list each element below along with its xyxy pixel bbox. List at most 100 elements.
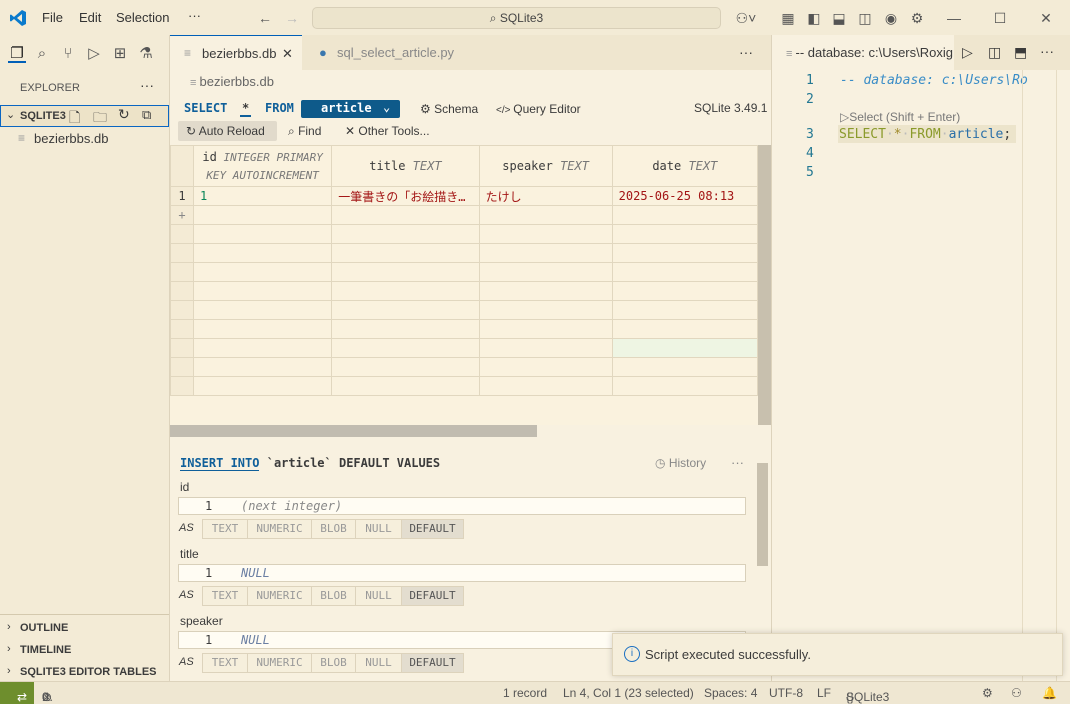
timeline-section[interactable]: › TIMELINE [0,641,169,663]
type-text-chip[interactable]: TEXT [202,586,248,606]
notifications-bell-icon[interactable]: 🔔 [1042,686,1057,700]
chevron-down-icon: ⌄ [6,109,16,121]
extension-icon[interactable]: ⚙ [982,686,993,700]
toggle-primary-sidebar-icon[interactable]: ◧ [806,10,822,26]
type-numeric-chip[interactable]: NUMERIC [247,519,312,539]
history-button[interactable]: ◷ History [655,456,720,472]
testing-icon[interactable]: ⚗ [137,45,155,63]
insert-more-icon[interactable]: ··· [731,455,744,470]
table-row[interactable]: 1 1 一筆書きの「お絵描き… たけし 2025-06-25 08:13 [170,186,758,206]
run-debug-icon[interactable]: ▷ [85,45,103,63]
type-text-chip[interactable]: TEXT [202,653,248,673]
cell-date[interactable]: 2025-06-25 08:13 [611,186,758,206]
menu-more[interactable]: ··· [188,8,201,23]
copilot-icon[interactable]: ⚇ [1011,686,1022,700]
grid-vertical-scrollbar[interactable] [758,145,771,425]
title-input[interactable]: 1 NULL [178,564,746,582]
from-keyword: FROM [265,101,294,115]
open-preview-icon[interactable]: ◫ [988,44,1001,61]
column-header-date[interactable]: date TEXT [611,145,758,187]
tab-sql-select-article[interactable]: ● sql_select_article.py [303,35,475,70]
outline-section[interactable]: › OUTLINE [0,619,169,641]
explorer-icon[interactable]: ❐ [8,45,26,63]
toggle-secondary-sidebar-icon[interactable]: ◫ [857,10,873,26]
type-blob-chip[interactable]: BLOB [311,586,356,606]
tab-label: bezierbbs.db [202,46,277,61]
type-numeric-chip[interactable]: NUMERIC [247,586,312,606]
insert-scrollbar[interactable] [757,463,768,566]
extensions-icon[interactable]: ⊞ [111,45,129,63]
column-header-id[interactable]: id INTEGER PRIMARY KEY AUTOINCREMENT [192,145,333,187]
notification-toast[interactable]: i Script executed successfully. [612,633,1063,676]
toggle-panel-icon[interactable]: ⬓ [831,10,847,26]
editor2-more-icon[interactable]: ··· [1040,43,1054,59]
refresh-icon[interactable]: ↻ [118,106,130,123]
type-default-chip[interactable]: DEFAULT [401,586,464,606]
maximize-icon[interactable]: ☐ [992,10,1008,26]
file-item-bezierbbs[interactable]: ≡ bezierbbs.db [0,128,169,150]
cursor-position[interactable]: Ln 4, Col 1 (23 selected) [563,686,694,700]
codelens-select[interactable]: ▷Select (Shift + Enter) [840,110,960,124]
column-type-2: KEY AUTOINCREMENT [206,168,319,182]
sidebar-more-icon[interactable]: ··· [140,77,154,93]
tab-query[interactable]: ≡ -- database: c:\Users\Roxig [772,35,954,70]
command-center-search[interactable]: ⌕ SQLite3 [312,7,721,29]
other-tools-button[interactable]: ✕ Other Tools... [345,124,435,140]
menu-selection[interactable]: Selection [116,10,169,25]
cell-title[interactable]: 一筆書きの「お絵描き… [331,186,480,206]
copilot-icon[interactable]: ⚇˅ [733,10,759,26]
collapse-all-icon[interactable]: ⧉ [142,107,151,123]
menu-file[interactable]: File [42,10,63,25]
minimize-icon[interactable]: — [946,10,962,26]
search-icon: ⌕ [489,11,500,25]
account-icon[interactable]: ◉ [883,10,899,26]
add-row[interactable]: + [170,205,758,225]
close-tab-icon[interactable]: ✕ [282,36,293,71]
type-null-chip[interactable]: NULL [355,653,402,673]
grid-horizontal-scrollbar[interactable] [170,425,537,437]
type-null-chip[interactable]: NULL [355,519,402,539]
type-default-chip[interactable]: DEFAULT [401,653,464,673]
type-null-chip[interactable]: NULL [355,586,402,606]
tab-label: -- database: c:\Users\Roxig [795,45,953,60]
sqlite3-section-header[interactable]: ⌄ SQLITE3 🗋 🗀 ↻ ⧉ [0,105,169,127]
remote-button[interactable]: ⇄ [0,682,34,704]
type-blob-chip[interactable]: BLOB [311,653,356,673]
run-icon[interactable]: ▷ [962,44,973,61]
cell-speaker[interactable]: たけし [478,186,613,206]
status-bar: ⇄ ⊗ 0 ⚠ 0 1 record Ln 4, Col 1 (23 selec… [0,681,1070,704]
encoding[interactable]: UTF-8 [769,686,803,700]
type-default-chip[interactable]: DEFAULT [401,519,464,539]
add-row-button[interactable]: + [170,205,194,225]
sql-keyword: SELECT [839,127,886,142]
indentation[interactable]: Spaces: 4 [704,686,757,700]
search-icon[interactable]: ⌕ [33,45,51,63]
id-input[interactable]: 1 (next integer) [178,497,746,515]
query-editor-button[interactable]: </> Query Editor [496,102,586,118]
type-numeric-chip[interactable]: NUMERIC [247,653,312,673]
gear-icon[interactable]: ⚙ [909,10,925,26]
column-header-speaker[interactable]: speaker TEXT [478,145,613,187]
tab-bezierbbs[interactable]: ≡ bezierbbs.db ✕ [170,35,302,70]
as-label: AS [179,589,194,601]
type-blob-chip[interactable]: BLOB [311,519,356,539]
eol[interactable]: LF [817,686,831,700]
find-button[interactable]: ⌕ Find [288,124,328,140]
forward-arrow-icon[interactable]: → [284,10,300,26]
cell-id[interactable]: 1 [192,186,333,206]
table-select[interactable]: article ⌄ [301,100,400,118]
type-text-chip[interactable]: TEXT [202,519,248,539]
customize-layout-icon[interactable]: ▦ [780,10,796,26]
find-label: Find [298,124,322,138]
column-header-title[interactable]: title TEXT [331,145,480,187]
close-icon[interactable]: ✕ [1038,10,1054,26]
breadcrumb[interactable]: ≡ bezierbbs.db [190,74,390,90]
split-editor-icon[interactable]: ⬒ [1014,44,1027,61]
schema-button[interactable]: ⚙ Schema [420,102,482,118]
back-arrow-icon[interactable]: ← [257,10,273,26]
menu-edit[interactable]: Edit [79,10,101,25]
auto-reload-button[interactable]: ↻ Auto Reload [178,121,277,141]
code-editor[interactable]: 1 2 3 4 5 -- database: c:\Users\Ro ▷Sele… [772,70,1070,681]
source-control-icon[interactable]: ⑂ [59,45,77,63]
editor-more-icon[interactable]: ··· [739,44,753,60]
